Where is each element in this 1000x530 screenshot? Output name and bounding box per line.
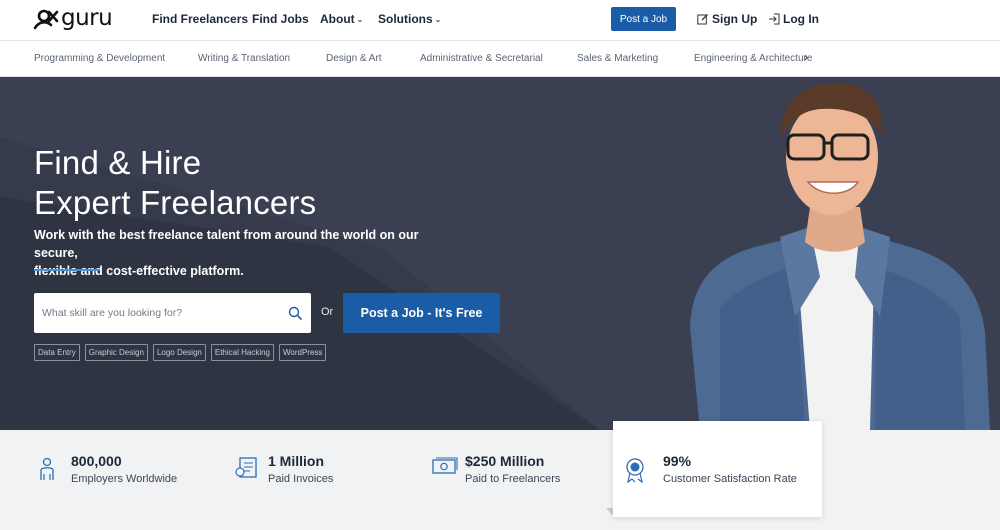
hero-title-line-2: Expert Freelancers — [34, 184, 317, 221]
popular-skill-tags: Data Entry Graphic Design Logo Design Et… — [34, 344, 331, 361]
login-icon — [769, 13, 780, 25]
tag-ethical-hacking[interactable]: Ethical Hacking — [210, 344, 274, 361]
top-navigation: guru Find Freelancers Find Jobs About ⌄ S… — [0, 0, 1000, 41]
tag-graphic-design[interactable]: Graphic Design — [84, 344, 148, 361]
category-engineering[interactable]: Engineering & Architecture — [694, 53, 812, 64]
guru-logo-icon — [33, 9, 59, 29]
stat-employers-label: Employers Worldwide — [71, 473, 178, 485]
stat-satisfaction-value: 99% — [663, 453, 692, 469]
logo-wordmark: guru — [61, 5, 113, 31]
search-icon[interactable] — [288, 306, 302, 320]
log-in-link[interactable]: Log In — [768, 12, 819, 26]
hero-section: Find & Hire Expert Freelancers Work with… — [0, 77, 1000, 430]
nav-solutions-label: Solutions — [378, 12, 433, 26]
category-design[interactable]: Design & Art — [326, 53, 382, 64]
hero-title: Find & Hire Expert Freelancers — [34, 143, 316, 223]
nav-about-label: About — [320, 12, 355, 26]
post-a-job-free-button[interactable]: Post a Job - It's Free — [343, 293, 500, 333]
chevron-down-icon: ⌄ — [434, 15, 442, 24]
sign-up-link[interactable]: Sign Up — [697, 12, 757, 26]
tag-logo-design[interactable]: Logo Design — [152, 344, 206, 361]
chevron-right-icon[interactable]: › — [804, 50, 808, 64]
nav-solutions[interactable]: Solutions ⌄ — [378, 12, 441, 26]
guru-logo[interactable]: guru — [33, 5, 113, 31]
tag-data-entry[interactable]: Data Entry — [34, 344, 80, 361]
tag-wordpress[interactable]: WordPress — [279, 344, 327, 361]
chevron-down-icon: ⌄ — [356, 15, 364, 24]
log-in-label: Log In — [783, 12, 819, 26]
hero-subtitle-line-2: flexible and cost-effective platform. — [34, 264, 244, 278]
edit-icon — [697, 14, 708, 25]
or-separator: Or — [321, 306, 334, 318]
freelancer-photo — [690, 82, 990, 430]
category-programming[interactable]: Programming & Development — [34, 53, 165, 64]
skill-search-input[interactable] — [42, 293, 282, 333]
hero-subtitle: Work with the best freelance talent from… — [34, 226, 454, 280]
category-writing[interactable]: Writing & Translation — [198, 53, 290, 64]
stat-paid-label: Paid to Freelancers — [465, 473, 561, 485]
nav-about[interactable]: About ⌄ — [320, 12, 363, 26]
stat-invoices-label: Paid Invoices — [268, 473, 334, 485]
stat-satisfaction-label: Customer Satisfaction Rate — [663, 473, 797, 485]
stat-invoices-value: 1 Million — [268, 453, 324, 469]
nav-find-freelancers[interactable]: Find Freelancers — [152, 12, 248, 26]
skill-search-box — [34, 293, 311, 333]
category-bar: Programming & Development Writing & Tran… — [0, 41, 1000, 77]
hero-subtitle-line-1: Work with the best freelance talent from… — [34, 228, 419, 260]
category-administrative[interactable]: Administrative & Secretarial — [420, 53, 543, 64]
stat-employers-value: 800,000 — [71, 453, 122, 469]
award-icon — [626, 458, 644, 483]
stat-paid-value: $250 Million — [465, 453, 545, 469]
sign-up-label: Sign Up — [712, 12, 758, 26]
hero-divider — [34, 269, 100, 271]
stats-bar: 800,000 Employers Worldwide 1 Million Pa… — [0, 430, 1000, 530]
person-icon — [40, 457, 54, 480]
nav-find-jobs[interactable]: Find Jobs — [252, 12, 309, 26]
money-icon — [432, 457, 458, 474]
invoice-icon — [235, 457, 257, 478]
category-sales[interactable]: Sales & Marketing — [577, 53, 658, 64]
post-a-job-button[interactable]: Post a Job — [611, 7, 676, 31]
hero-title-line-1: Find & Hire — [34, 144, 202, 181]
stat-satisfaction-card: 99% Customer Satisfaction Rate — [613, 421, 822, 517]
